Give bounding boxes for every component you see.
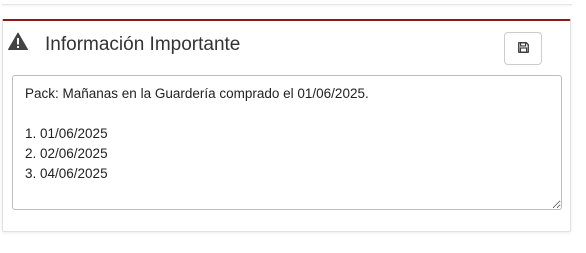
warning-icon (8, 32, 28, 50)
previous-panel-edge (2, 0, 572, 5)
notes-textarea[interactable]: Pack: Mañanas en la Guardería comprado e… (12, 75, 562, 210)
save-button[interactable] (504, 32, 542, 65)
floppy-disk-icon (517, 40, 529, 58)
important-info-panel: Información Importante Pack: Mañanas en … (2, 19, 571, 232)
panel-title: Información Importante (45, 34, 241, 55)
